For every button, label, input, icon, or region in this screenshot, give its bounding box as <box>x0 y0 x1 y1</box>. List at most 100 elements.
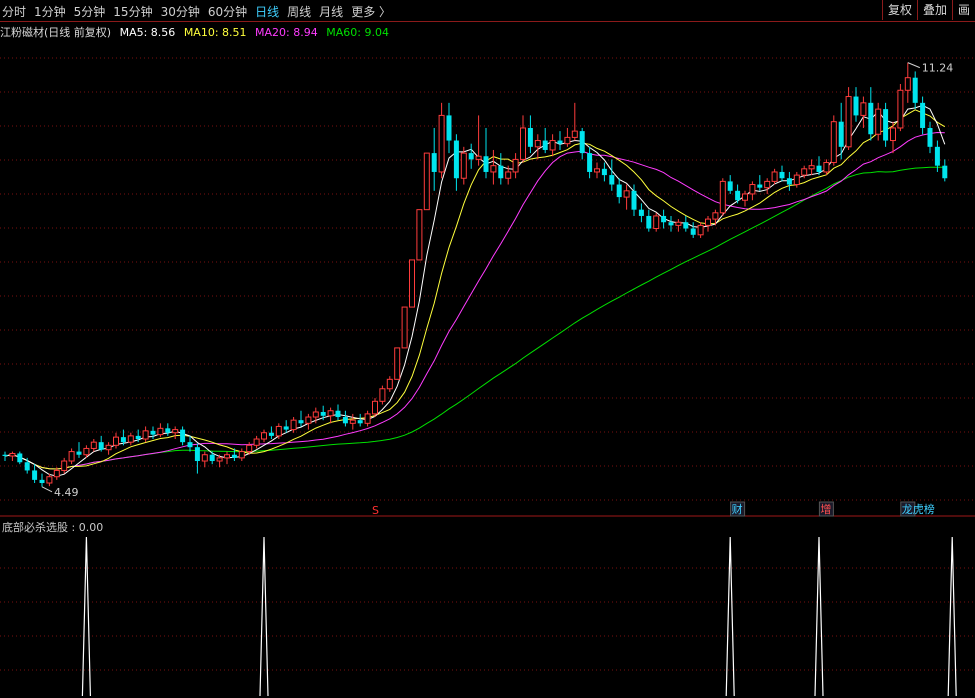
candle-body <box>557 140 563 144</box>
candle-body <box>623 190 630 198</box>
candle-body <box>860 102 867 116</box>
candle-body <box>68 451 75 462</box>
candle-body <box>520 127 526 160</box>
candle-body <box>53 469 60 478</box>
candle-body <box>808 165 815 170</box>
candle-body <box>39 479 45 484</box>
candle-body <box>653 215 660 230</box>
candle-body <box>113 436 119 446</box>
candle-body <box>838 121 844 147</box>
candle-body <box>927 127 933 147</box>
signal-spike <box>259 536 269 697</box>
candle-body <box>757 184 763 188</box>
candle-body <box>942 165 948 179</box>
candle-body <box>17 453 23 463</box>
candle-body <box>231 454 237 458</box>
candle-body <box>690 228 696 235</box>
candle-body <box>830 121 837 164</box>
candle-body <box>357 420 363 424</box>
candle-body <box>853 96 859 116</box>
candle-body <box>631 190 637 210</box>
candle-body <box>187 442 193 448</box>
candle-body <box>416 209 423 261</box>
signal-spike <box>725 536 735 697</box>
candle-body <box>394 347 401 380</box>
candle-body <box>579 131 585 154</box>
signal-spike <box>947 536 957 697</box>
low-price-label: 4.49 <box>54 486 79 499</box>
candle-body <box>61 460 68 471</box>
candle-body <box>609 175 615 185</box>
candle-body <box>505 171 512 179</box>
candle-body <box>475 155 482 160</box>
candle-body <box>438 114 445 173</box>
candle-body <box>904 77 911 91</box>
candle-body <box>890 127 896 142</box>
candle-body <box>312 411 319 418</box>
candle-body <box>423 152 430 211</box>
candle-body <box>683 222 689 229</box>
candle-body <box>883 109 889 141</box>
candle-body <box>142 430 149 440</box>
candle-body <box>150 430 156 435</box>
candle-body <box>283 426 289 430</box>
candle-body <box>127 435 134 443</box>
candle-body <box>779 171 785 179</box>
candle-body <box>253 438 260 446</box>
candle-body <box>771 171 778 182</box>
candle-body <box>735 190 741 201</box>
candle-body <box>172 429 179 434</box>
candle-body <box>816 165 822 172</box>
candle-body <box>298 420 304 424</box>
candle-body <box>9 452 16 457</box>
candle-body <box>498 165 504 179</box>
candle-body <box>335 410 341 418</box>
candle-body <box>786 178 792 185</box>
candle-body <box>594 168 600 173</box>
candle-body <box>527 127 533 147</box>
candle-body <box>90 441 97 449</box>
kline-chart[interactable]: 11.24 4.49 S 财 增 龙虎榜 <box>0 0 975 698</box>
candle-body <box>512 158 519 173</box>
candle-body <box>868 102 874 135</box>
candle-body <box>372 400 378 415</box>
candle-body <box>305 416 312 424</box>
high-price-label: 11.24 <box>922 62 954 75</box>
candle-body <box>261 432 267 440</box>
candle-body <box>920 102 926 128</box>
candle-body <box>327 410 334 417</box>
candle-body <box>934 146 940 166</box>
candle-body <box>135 435 141 440</box>
candle-body <box>705 218 711 226</box>
candle-body <box>534 140 541 148</box>
candle-body <box>224 454 230 459</box>
candle-body <box>749 184 756 195</box>
candle-body <box>76 451 82 455</box>
candle-body <box>564 136 571 145</box>
candle-body <box>216 457 223 462</box>
candle-body <box>764 180 771 189</box>
candle-body <box>483 156 489 172</box>
candle-body <box>727 181 733 191</box>
candle-body <box>446 115 452 141</box>
candle-body <box>320 412 326 416</box>
indicator-label: 底部必杀选股 : 0.00 <box>2 521 104 534</box>
candle-body <box>2 454 8 456</box>
candle-body <box>742 193 748 201</box>
s-marker: S <box>372 504 379 517</box>
candle-body <box>209 454 215 462</box>
increase-marker: 增 <box>820 502 831 516</box>
signal-spike <box>81 536 91 697</box>
candle-body <box>549 140 556 151</box>
candle-body <box>275 425 282 437</box>
candle-body <box>793 174 800 186</box>
candle-body <box>668 222 674 226</box>
candle-body <box>24 462 30 471</box>
candle-body <box>646 215 652 229</box>
low-pointer <box>41 486 53 493</box>
candle-body <box>675 221 682 226</box>
candle-body <box>379 388 386 402</box>
candle-body <box>638 209 644 216</box>
candle-body <box>32 470 38 480</box>
candle-body <box>490 165 497 173</box>
